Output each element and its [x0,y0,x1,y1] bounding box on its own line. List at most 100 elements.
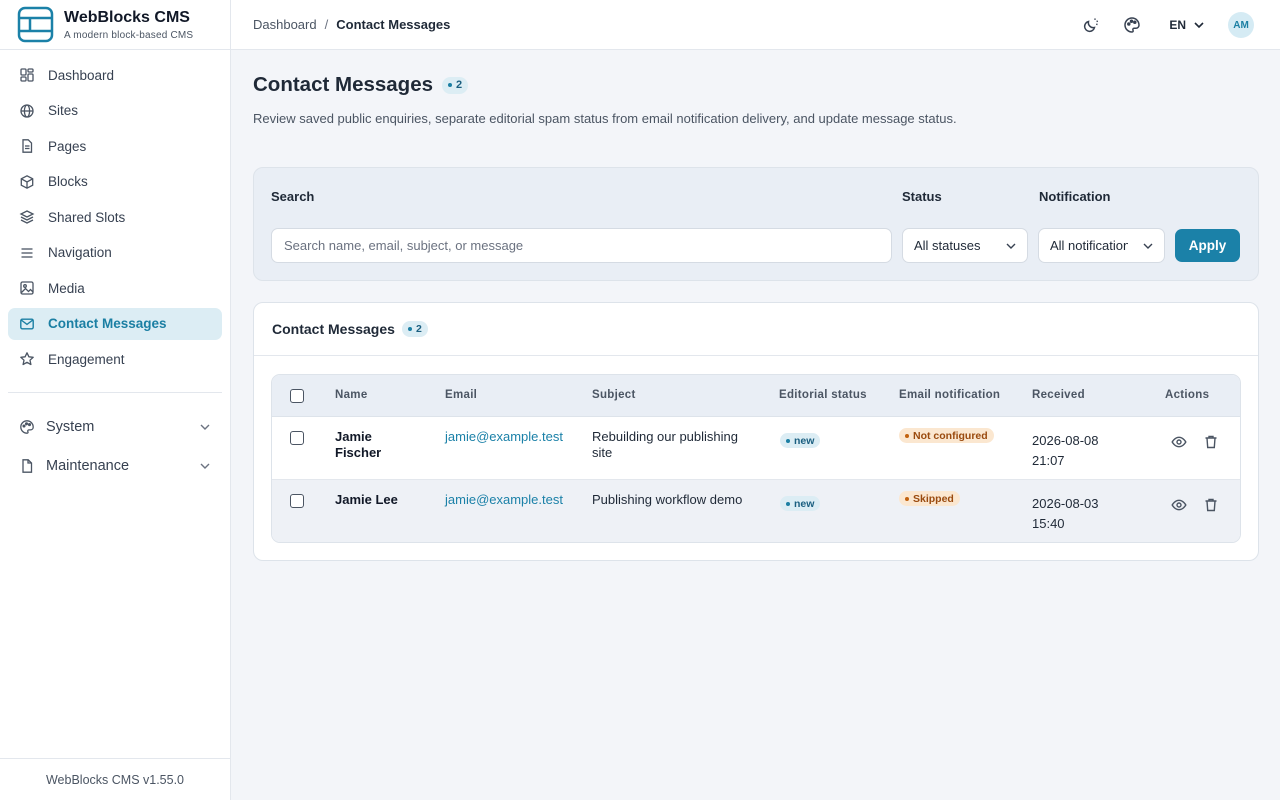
chevron-down-icon [198,459,212,473]
row-email[interactable]: jamie@example.test [445,429,563,445]
delete-icon[interactable] [1203,497,1219,513]
column-header-subject[interactable]: Subject [592,389,636,401]
view-icon[interactable] [1171,497,1187,513]
status-select[interactable]: All statuses [902,228,1028,263]
notification-select-value: All notifications [1050,238,1128,253]
card-title: Contact Messages [272,321,395,337]
row-name: Jamie Lee [335,492,398,507]
language-label: EN [1169,18,1186,32]
editorial-status-text: new [794,497,815,510]
row-subject: Rebuilding our publishing site [592,429,738,460]
palette-icon [19,419,35,435]
page-title: Contact Messages 2 [253,73,957,97]
select-all-checkbox[interactable] [290,389,304,403]
sidebar-item-label: Sites [48,103,79,118]
received-date: 2026-08-03 [1032,496,1099,511]
row-name: Jamie Fischer [335,429,382,460]
table-row[interactable]: Jamie Fischer jamie@example.test Rebuild… [272,417,1240,480]
image-icon [19,280,35,296]
sidebar-item-navigation[interactable]: Navigation [8,237,222,269]
palette-icon[interactable] [1123,16,1141,34]
column-header-actions: Actions [1165,389,1210,401]
row-email[interactable]: jamie@example.test [445,492,563,508]
search-label: Search [271,189,315,204]
column-header-email-notification[interactable]: Email notification [899,389,1000,401]
page-header: Contact Messages 2 Review saved public e… [253,73,957,126]
theme-toggle-icon[interactable] [1082,16,1100,34]
editorial-status-badge: new [780,433,821,448]
badge-dot [905,496,909,501]
column-header-editorial-status[interactable]: Editorial status [779,389,867,401]
received-time: 21:07 [1032,453,1065,468]
row-received: 2026-08-03 15:40 [1032,494,1099,534]
messages-table: Name Email Subject Editorial status Emai… [271,374,1241,543]
sidebar-item-media[interactable]: Media [8,272,222,304]
badge-dot [407,327,412,331]
sidebar-item-engagement[interactable]: Engagement [8,343,222,375]
sidebar-group-maintenance[interactable]: Maintenance [8,450,222,482]
table-row[interactable]: Jamie Lee jamie@example.test Publishing … [272,480,1240,542]
badge-dot [448,83,453,87]
sidebar-group-label: System [46,419,95,435]
delete-icon[interactable] [1203,434,1219,450]
brand-title: WebBlocks CMS [64,8,190,26]
topbar-actions: EN AM [1059,0,1254,50]
language-selector[interactable]: EN [1169,18,1206,32]
received-date: 2026-08-08 [1032,433,1099,448]
topbar: Dashboard / Contact Messages EN AM [231,0,1280,50]
chevron-down-icon [198,420,212,434]
count-value: 2 [415,323,422,335]
sidebar-item-shared-slots[interactable]: Shared Slots [8,201,222,233]
notification-status-badge: Skipped [899,491,960,506]
editorial-status-text: new [794,434,815,447]
breadcrumb-dashboard[interactable]: Dashboard [253,17,317,32]
search-input[interactable]: Search name, email, subject, or message [271,228,892,263]
badge-dot [905,433,909,438]
sidebar-item-blocks[interactable]: Blocks [8,166,222,198]
apply-button[interactable]: Apply [1175,229,1240,262]
received-time: 15:40 [1032,516,1065,531]
count-badge: 2 [442,76,469,94]
sidebar: WebBlocks CMS A modern block-based CMS D… [0,0,231,800]
row-received: 2026-08-08 21:07 [1032,431,1099,471]
sidebar-item-sites[interactable]: Sites [8,95,222,127]
row-checkbox[interactable] [290,431,304,445]
file-icon [19,458,35,474]
avatar[interactable]: AM [1228,12,1254,38]
sidebar-item-dashboard[interactable]: Dashboard [8,59,222,91]
star-icon [19,351,35,367]
sidebar-group-system[interactable]: System [8,411,222,443]
sidebar-item-pages[interactable]: Pages [8,130,222,162]
count-badge: 2 [401,321,428,337]
page-description: Review saved public enquiries, separate … [253,111,957,126]
row-subject: Publishing workflow demo [592,492,743,507]
column-header-name[interactable]: Name [335,389,368,401]
sidebar-item-label: Dashboard [48,67,115,83]
notification-select[interactable]: All notifications [1038,228,1165,263]
layers-icon [19,209,35,225]
sidebar-item-label: Navigation [48,245,112,260]
sidebar-item-contact-messages[interactable]: Contact Messages [8,307,222,340]
notification-status-text: Not configured [913,429,988,442]
count-value: 2 [456,79,463,91]
mail-icon [19,316,35,332]
brand[interactable]: WebBlocks CMS A modern block-based CMS [0,0,230,50]
row-checkbox[interactable] [290,494,304,508]
sidebar-group-label: Maintenance [46,458,130,474]
view-icon[interactable] [1171,434,1187,450]
dashboard-icon [19,67,35,83]
sidebar-item-label: Blocks [48,174,88,189]
column-header-email[interactable]: Email [445,389,477,401]
breadcrumb-separator: / [324,17,329,32]
filter-panel: Search Status Notification Search name, … [253,167,1259,281]
sidebar-item-label: Shared Slots [48,209,126,225]
status-select-value: All statuses [914,238,981,253]
badge-dot [786,438,790,443]
editorial-status-badge: new [780,496,821,511]
column-header-received[interactable]: Received [1032,389,1085,401]
page-title-text: Contact Messages [253,73,434,96]
messages-card: Contact Messages 2 Name Email Subject Ed… [253,302,1259,561]
sidebar-version: WebBlocks CMS v1.55.0 [0,758,230,800]
notification-label: Notification [1039,189,1111,204]
sidebar-divider [8,392,222,393]
